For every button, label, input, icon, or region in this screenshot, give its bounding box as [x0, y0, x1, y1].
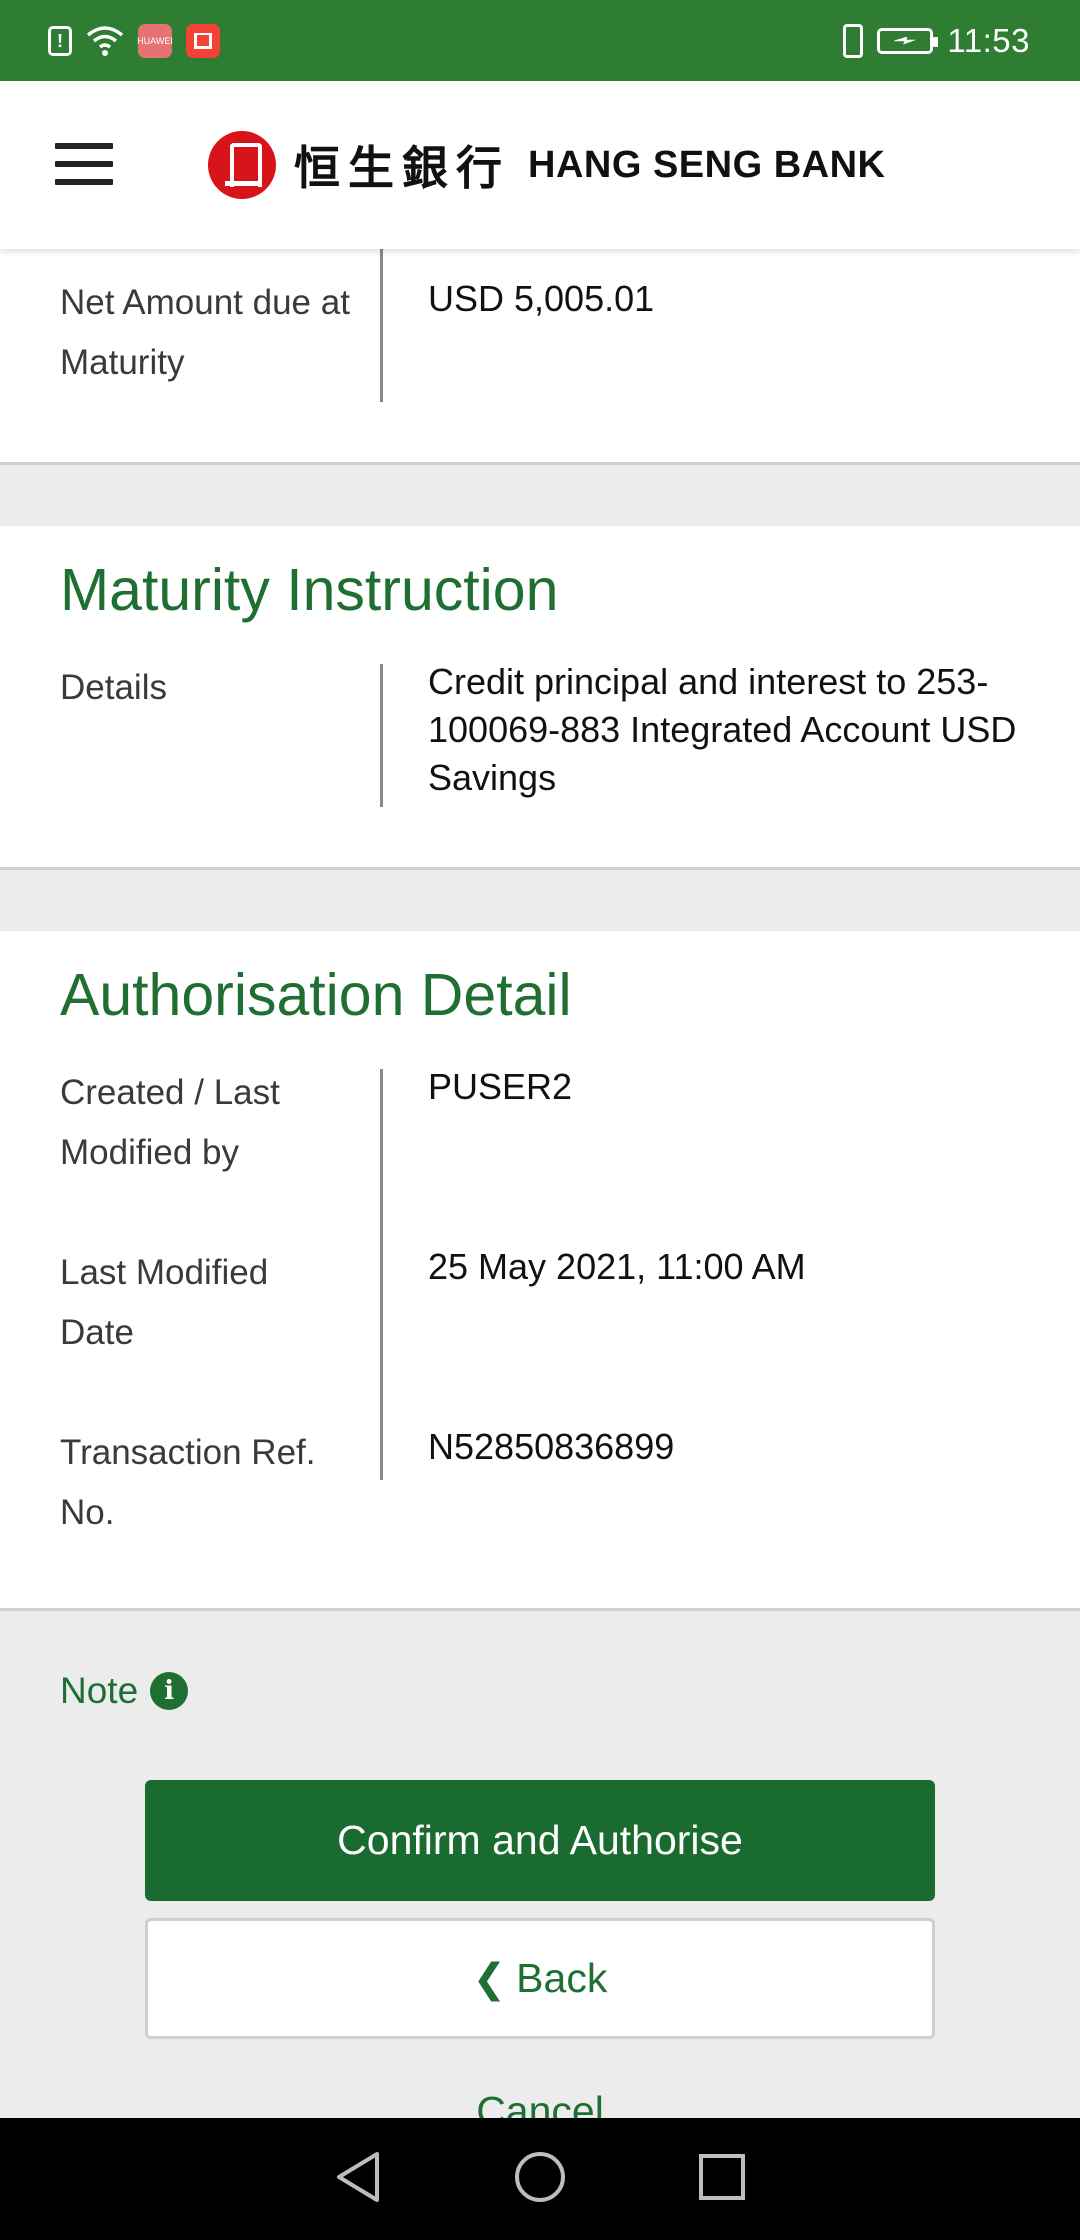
confirm-authorise-button[interactable]: Confirm and Authorise [145, 1780, 935, 1901]
details-label: Details [60, 668, 167, 707]
status-left: ! HUAWEI [48, 23, 220, 58]
back-button[interactable]: ❮ Back [145, 1918, 935, 2039]
note-label: Note [60, 1670, 139, 1711]
battery-charging-icon [877, 27, 939, 54]
brand-name-chinese: 恒生銀行 [294, 141, 510, 195]
status-time: 11:53 [947, 21, 1030, 59]
details-value: Credit principal and interest to 253-100… [428, 661, 1017, 798]
created-by-value: PUSER2 [428, 1066, 573, 1107]
status-right: 11:53 [843, 22, 1030, 60]
home-circle-icon[interactable] [513, 2150, 567, 2209]
brand-logo: 恒生銀行 HANG SENG BANK [208, 131, 885, 199]
brand-name-english: HANG SENG BANK [528, 143, 886, 186]
wifi-icon [86, 25, 124, 57]
section-title: Maturity Instruction [60, 557, 559, 623]
back-triangle-icon[interactable] [333, 2150, 383, 2209]
back-label: Back [516, 1955, 608, 2001]
vibrate-icon [843, 23, 864, 58]
last-modified-date-label: Last Modified Date [60, 1253, 269, 1352]
recents-square-icon[interactable] [697, 2152, 747, 2207]
transaction-ref-label: Transaction Ref. No. [60, 1433, 316, 1532]
system-nav-bar [0, 2118, 1080, 2240]
status-bar: ! HUAWEI 11:53 [0, 0, 1080, 81]
maturity-instruction-section: Maturity Instruction Details Credit prin… [0, 526, 1080, 870]
row-divider [380, 664, 383, 807]
last-modified-date-value: 25 May 2021, 11:00 AM [428, 1246, 806, 1287]
net-amount-section: Net Amount due at Maturity USD 5,005.01 [0, 249, 1080, 465]
chevron-left-icon: ❮ [472, 1955, 507, 2002]
net-amount-value: USD 5,005.01 [428, 278, 655, 319]
hang-seng-logo-icon [208, 131, 276, 199]
created-by-label: Created / Last Modified by [60, 1073, 280, 1172]
book-app-icon [186, 23, 220, 58]
transaction-ref-value: N52850836899 [428, 1426, 675, 1467]
row-divider [380, 249, 383, 402]
row-divider [380, 1069, 383, 1480]
net-amount-label: Net Amount due at Maturity [60, 283, 350, 382]
menu-icon[interactable] [55, 143, 113, 185]
section-title: Authorisation Detail [60, 962, 572, 1028]
note-link[interactable]: Note i [60, 1670, 189, 1712]
authorisation-detail-section: Authorisation Detail Created / Last Modi… [0, 931, 1080, 1611]
app-header: 恒生銀行 HANG SENG BANK [0, 81, 1080, 249]
alert-icon: ! [48, 25, 72, 56]
huawei-app-icon: HUAWEI [137, 23, 173, 58]
info-icon[interactable]: i [150, 1672, 189, 1710]
